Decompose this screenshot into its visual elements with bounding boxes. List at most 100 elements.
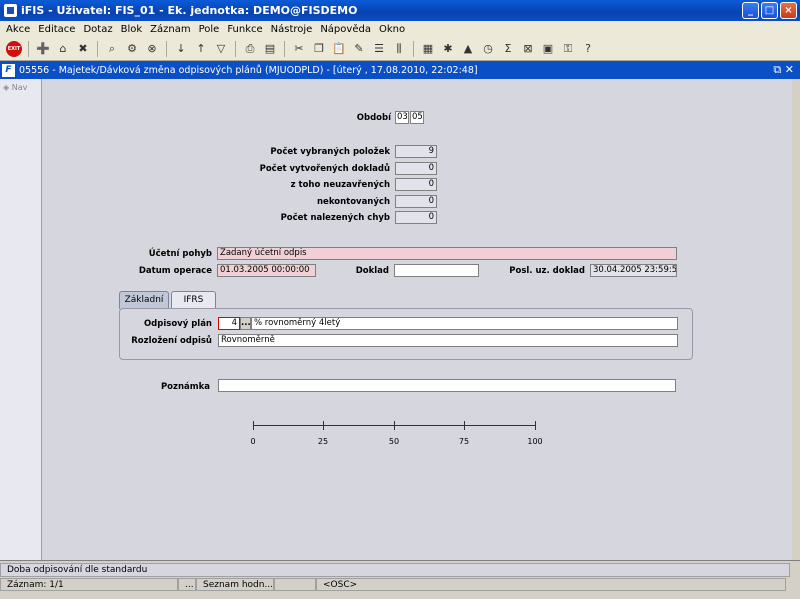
period-year-field[interactable]: 05 xyxy=(410,111,424,124)
count-value: 0 xyxy=(395,162,437,175)
scale-tick xyxy=(323,421,324,430)
distribution-label: Rozložení odpisů xyxy=(131,336,212,346)
key-icon[interactable]: ⚿ xyxy=(560,41,576,57)
menu-nastroje[interactable]: Nástroje xyxy=(267,24,317,35)
scale-label: 100 xyxy=(527,437,543,446)
op-date-label: Datum operace xyxy=(138,266,212,276)
edit-icon[interactable]: ✎ xyxy=(351,41,367,57)
menu-napoveda[interactable]: Nápověda xyxy=(316,24,375,35)
plan-code-field[interactable]: 4 xyxy=(218,317,240,330)
distribution-field[interactable]: Rovnoměrně xyxy=(218,334,678,347)
scale-tick xyxy=(253,421,254,430)
count-value: 0 xyxy=(395,211,437,224)
scale-label: 50 xyxy=(388,437,400,446)
document-icon[interactable]: ▣ xyxy=(540,41,556,57)
settings-icon[interactable]: ✱ xyxy=(440,41,456,57)
vertical-scrollbar[interactable] xyxy=(792,79,800,560)
menu-pole[interactable]: Pole xyxy=(195,24,224,35)
toolbar-separator xyxy=(166,40,167,57)
period-month-field[interactable]: 03 xyxy=(395,111,409,124)
save-icon[interactable]: ⌂ xyxy=(55,41,71,57)
form-title: 05556 - Majetek/Dávková změna odpisových… xyxy=(19,64,478,76)
delete-record-icon[interactable]: ✖ xyxy=(75,41,91,57)
doc-field[interactable] xyxy=(394,264,479,277)
print-preview-icon[interactable]: ▤ xyxy=(262,41,278,57)
menu-okno[interactable]: Okno xyxy=(375,24,409,35)
warning-icon[interactable]: ▲ xyxy=(460,41,476,57)
cancel-query-icon[interactable]: ⊗ xyxy=(144,41,160,57)
toolbar-separator xyxy=(413,40,414,57)
scale-tick xyxy=(394,421,395,430)
count-value: 9 xyxy=(395,145,437,158)
nav-icon: ◈ xyxy=(3,83,10,92)
sort-asc-icon[interactable]: ↓ xyxy=(173,41,189,57)
list-icon[interactable]: ☰ xyxy=(371,41,387,57)
menu-blok[interactable]: Blok xyxy=(117,24,147,35)
scale-tick xyxy=(464,421,465,430)
count-value: 0 xyxy=(395,178,437,191)
clock-icon[interactable]: ◷ xyxy=(480,41,496,57)
excel-icon[interactable]: ⊠ xyxy=(520,41,536,57)
note-field[interactable] xyxy=(218,379,676,392)
copy-icon[interactable]: ❐ xyxy=(311,41,327,57)
close-button[interactable]: × xyxy=(780,2,797,19)
query-icon[interactable]: ⌕ xyxy=(104,41,120,57)
maximize-button[interactable]: □ xyxy=(761,2,778,19)
minimize-button[interactable]: _ xyxy=(742,2,759,19)
app-icon xyxy=(4,4,17,17)
scale-label: 75 xyxy=(458,437,470,446)
toolbar: EXIT ➕ ⌂ ✖ ⌕ ⚙ ⊗ ↓ ↑ ▽ ⎙ ▤ ✂ ❐ 📋 ✎ ☰ ⫼ ▦… xyxy=(0,37,800,61)
insert-record-icon[interactable]: ➕ xyxy=(35,41,51,57)
menu-zaznam[interactable]: Záznam xyxy=(146,24,194,35)
sort-desc-icon[interactable]: ↑ xyxy=(193,41,209,57)
filter-icon[interactable]: ▽ xyxy=(213,41,229,57)
op-date-field[interactable]: 01.03.2005 00:00:00 xyxy=(217,264,316,277)
menu-akce[interactable]: Akce xyxy=(2,24,34,35)
status-record: Záznam: 1/1 xyxy=(0,578,178,591)
plan-lov-button[interactable]: ... xyxy=(240,317,251,330)
window-title: iFIS - Uživatel: FIS_01 - Ek. jednotka: … xyxy=(21,4,358,17)
note-label: Poznámka xyxy=(160,382,210,392)
toolbar-separator xyxy=(97,40,98,57)
menu-funkce[interactable]: Funkce xyxy=(223,24,266,35)
menu-editace[interactable]: Editace xyxy=(34,24,79,35)
last-doc-field: 30.04.2005 23:59:55 xyxy=(590,264,677,277)
sum-icon[interactable]: Σ xyxy=(500,41,516,57)
form-window-controls[interactable]: ⧉ ✕ xyxy=(773,63,794,77)
form-canvas: Období 03 05 Počet vybraných položek 9 P… xyxy=(42,79,792,560)
plan-label: Odpisový plán xyxy=(143,319,212,329)
cut-icon[interactable]: ✂ xyxy=(291,41,307,57)
toolbar-separator xyxy=(284,40,285,57)
scale-label: 25 xyxy=(317,437,329,446)
tab-ifrs[interactable]: IFRS xyxy=(171,291,216,309)
print-icon[interactable]: ⎙ xyxy=(242,41,258,57)
plan-description-field: % rovnoměrný 4letý xyxy=(251,317,678,330)
status-osc: <OSC> xyxy=(316,578,786,591)
count-label: Počet vytvořených dokladů xyxy=(259,164,390,174)
scale-tick xyxy=(535,421,536,430)
period-label: Období xyxy=(356,113,391,123)
nav-label: Nav xyxy=(11,83,28,92)
count-label: z toho neuzavřených xyxy=(290,180,390,190)
menu-bar: Akce Editace Dotaz Blok Záznam Pole Funk… xyxy=(0,21,800,37)
movement-label: Účetní pohyb xyxy=(148,249,212,259)
tab-zakladni[interactable]: Základní xyxy=(119,291,169,309)
status-message: Doba odpisování dle standardu xyxy=(0,563,790,577)
calculator-icon[interactable]: ▦ xyxy=(420,41,436,57)
exit-icon[interactable]: EXIT xyxy=(6,40,22,57)
count-value: 0 xyxy=(395,195,437,208)
columns-icon[interactable]: ⫼ xyxy=(391,41,407,57)
status-bar: Doba odpisování dle standardu Záznam: 1/… xyxy=(0,560,800,599)
movement-field[interactable]: Zadaný účetní odpis xyxy=(217,247,677,260)
status-dots: ... xyxy=(178,578,196,591)
toolbar-separator xyxy=(235,40,236,57)
execute-query-icon[interactable]: ⚙ xyxy=(124,41,140,57)
doc-label: Doklad xyxy=(355,266,389,276)
paste-icon[interactable]: 📋 xyxy=(331,41,347,57)
help-icon[interactable]: ? xyxy=(580,41,596,57)
menu-dotaz[interactable]: Dotaz xyxy=(79,24,116,35)
last-doc-label: Posl. uz. doklad xyxy=(509,266,585,276)
nav-panel[interactable]: ◈ Nav xyxy=(0,79,42,560)
window-titlebar: iFIS - Uživatel: FIS_01 - Ek. jednotka: … xyxy=(0,0,800,21)
count-label: Počet vybraných položek xyxy=(270,147,390,157)
